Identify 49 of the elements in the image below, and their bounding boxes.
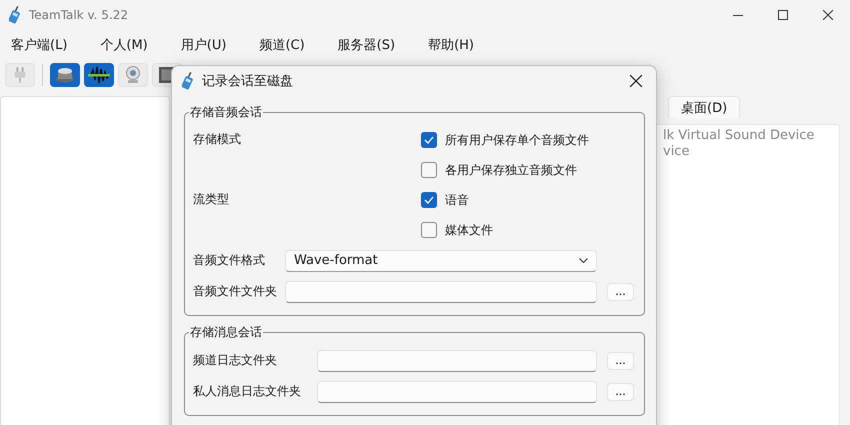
checkbox-label: 各用户保存独立音频文件 — [445, 162, 577, 178]
field-label: 流类型 — [193, 191, 230, 208]
browse-button[interactable]: ... — [607, 382, 634, 400]
check-icon — [424, 136, 434, 144]
speaker-icon — [55, 67, 75, 83]
tab[interactable]: 桌面(D) — [668, 96, 740, 118]
toolbar-button[interactable] — [50, 63, 80, 87]
app-icon — [182, 72, 194, 90]
device-item[interactable]: vice — [663, 144, 839, 160]
checkbox[interactable] — [421, 162, 437, 178]
device-item[interactable]: lk Virtual Sound Device — [663, 128, 839, 144]
window-title: TeamTalk v. 5.22 — [29, 8, 128, 22]
waveform-icon — [87, 66, 111, 84]
webcam-icon — [124, 66, 142, 84]
group-title: 存储消息会话 — [189, 324, 263, 341]
chevron-down-icon — [579, 258, 588, 263]
group-title: 存储音频会话 — [189, 104, 263, 121]
folder-input-field[interactable] — [285, 280, 597, 302]
menu-item[interactable]: 服务器(S) — [328, 36, 404, 54]
dialog-title: 记录会话至磁盘 — [202, 73, 293, 90]
format-dropdown[interactable]: Wave-format — [285, 250, 597, 272]
field-label: 音频文件文件夹 — [193, 283, 278, 300]
close-icon — [630, 75, 642, 87]
toolbar-button[interactable] — [84, 63, 114, 87]
menu-item[interactable]: 用户(U) — [172, 36, 236, 54]
field-label: 存储模式 — [193, 131, 242, 148]
field-label: 音频文件格式 — [193, 252, 266, 269]
checkbox-label: 媒体文件 — [445, 222, 493, 238]
app-icon — [9, 6, 21, 24]
close-icon — [822, 10, 832, 20]
check-icon — [424, 196, 434, 204]
maximize-icon — [778, 10, 788, 20]
menu-item[interactable]: 频道(C) — [250, 36, 314, 54]
field-label: 私人消息日志文件夹 — [193, 383, 302, 400]
plug-icon — [13, 67, 27, 83]
browse-button[interactable]: ... — [607, 282, 634, 300]
browse-button[interactable]: ... — [607, 352, 634, 370]
minimize-icon — [732, 14, 742, 16]
field-label: 频道日志文件夹 — [193, 352, 278, 369]
checkbox-label: 所有用户保存单个音频文件 — [445, 132, 589, 148]
checkbox[interactable] — [421, 222, 437, 238]
checkbox-label: 语音 — [445, 192, 469, 208]
menu-item[interactable]: 客户端(L) — [2, 36, 76, 54]
folder-input-field[interactable] — [317, 350, 597, 372]
folder-input-field[interactable] — [317, 380, 597, 402]
menu-item[interactable]: 帮助(H) — [419, 36, 483, 54]
menu-item[interactable]: 个人(M) — [91, 36, 157, 54]
checkbox[interactable] — [421, 132, 437, 148]
checkbox[interactable] — [421, 192, 437, 208]
